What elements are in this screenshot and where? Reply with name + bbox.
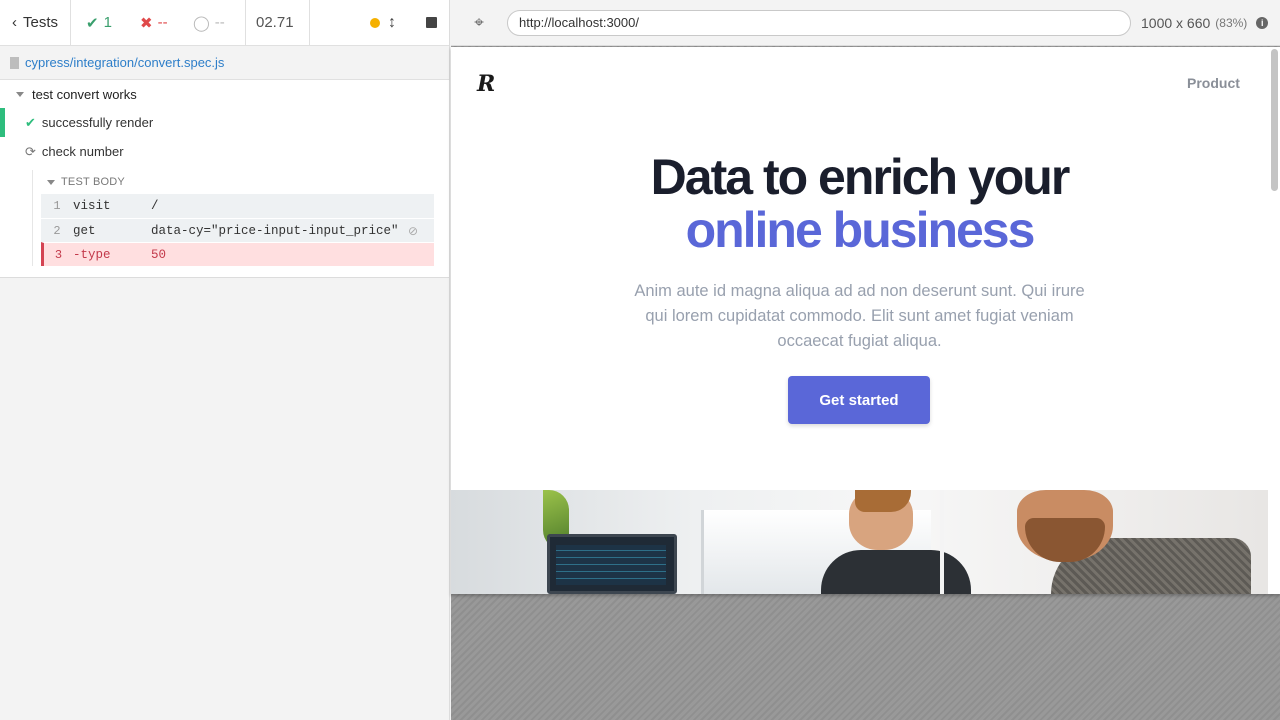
- run-controls: ↕: [370, 0, 449, 46]
- command-row[interactable]: 1 visit /: [41, 194, 434, 218]
- cypress-runner: ‹ Tests ✔ 1 ✖ -- ◯ -- 02.71 ↕ cypress/in…: [0, 0, 1280, 720]
- command-name: visit: [73, 199, 111, 213]
- test-title: successfully render: [41, 115, 154, 130]
- test-body-header[interactable]: TEST BODY: [41, 170, 449, 194]
- logo[interactable]: R: [477, 71, 495, 97]
- test-body-label: TEST BODY: [61, 176, 125, 188]
- info-icon[interactable]: i: [1256, 16, 1269, 29]
- stats-bar: ‹ Tests ✔ 1 ✖ -- ◯ -- 02.71 ↕: [0, 0, 449, 46]
- hero-description: Anim aute id magna aliqua ad ad non dese…: [634, 282, 1085, 350]
- hero-photo: [451, 490, 1268, 594]
- headline-line-1: Data to enrich your: [650, 149, 1071, 205]
- duration: 02.71: [246, 0, 310, 46]
- refresh-icon: ⟳: [25, 143, 36, 159]
- command-row[interactable]: 2 get data-cy="price-input-input_price" …: [41, 218, 434, 242]
- suite-title: test convert works: [32, 86, 137, 102]
- get-started-button[interactable]: Get started: [788, 376, 930, 424]
- test-body: TEST BODY 1 visit / 2 get data-cy="price…: [32, 170, 449, 266]
- hero-headline: Data to enrich your online business: [451, 151, 1268, 257]
- caret-down-icon: [47, 179, 55, 185]
- spec-path-link[interactable]: cypress/integration/convert.spec.js: [25, 55, 224, 70]
- failed-count: --: [157, 14, 168, 31]
- eye-slash-icon: ⊘: [408, 223, 419, 238]
- cross-icon: ✖: [140, 14, 153, 32]
- tests-label: Tests: [23, 14, 59, 31]
- url-bar: ⌖ http://localhost:3000/ 1000 x 660 (83%…: [451, 0, 1280, 46]
- test-row-passed[interactable]: ✔ successfully render: [0, 108, 449, 137]
- stop-button[interactable]: [426, 17, 437, 28]
- test-row-running[interactable]: ⟳ check number: [0, 137, 449, 166]
- auto-scroll-icon[interactable]: ↕: [388, 14, 396, 32]
- aut-preview: ⌖ http://localhost:3000/ 1000 x 660 (83%…: [451, 0, 1280, 720]
- command-message: 50: [151, 247, 167, 262]
- hero-section: Data to enrich your online business Anim…: [451, 151, 1268, 354]
- circle-icon: ◯: [193, 14, 210, 32]
- chevron-left-icon: ‹: [12, 14, 17, 31]
- command-message: /: [151, 199, 159, 213]
- url-field[interactable]: http://localhost:3000/: [507, 9, 1131, 36]
- runnables-list: test convert works ✔ successfully render…: [0, 80, 449, 278]
- pending-stat: ◯ --: [179, 0, 246, 46]
- nav-product-link[interactable]: Product: [1187, 75, 1240, 91]
- headline-line-2: online business: [685, 202, 1036, 258]
- command-name: get: [73, 223, 96, 238]
- command-number: 3: [54, 247, 63, 262]
- check-icon: ✔: [86, 14, 99, 32]
- zoom-level: (83%): [1215, 15, 1248, 30]
- reporter-panel: ‹ Tests ✔ 1 ✖ -- ◯ -- 02.71 ↕ cypress/in…: [0, 0, 450, 720]
- selector-playground-icon[interactable]: ⌖: [451, 13, 507, 33]
- command-number: 1: [53, 199, 61, 213]
- suite-row[interactable]: test convert works: [0, 80, 449, 108]
- passed-stat: ✔ 1: [71, 0, 127, 46]
- passed-count: 1: [103, 14, 112, 31]
- viewport-info: 1000 x 660 (83%) i: [1141, 14, 1269, 31]
- check-icon: ✔: [25, 114, 36, 130]
- command-message: data-cy="price-input-input_price": [151, 223, 399, 238]
- caret-down-icon: [16, 91, 24, 97]
- pending-count: --: [214, 14, 225, 31]
- failed-stat: ✖ --: [127, 0, 179, 46]
- tests-back-button[interactable]: ‹ Tests: [0, 0, 71, 46]
- command-row-failed[interactable]: 3 -type 50: [41, 242, 434, 266]
- viewport-size: 1000 x 660: [1141, 14, 1211, 31]
- spec-file-header: cypress/integration/convert.spec.js: [0, 46, 449, 80]
- command-number: 2: [53, 223, 61, 238]
- file-icon: [10, 56, 19, 69]
- scrollbar[interactable]: [1271, 49, 1278, 191]
- running-indicator-icon: [370, 17, 380, 28]
- command-name: -type: [73, 247, 111, 262]
- test-title: check number: [41, 144, 124, 159]
- app-under-test-frame: R Product Data to enrich your online bus…: [451, 47, 1280, 594]
